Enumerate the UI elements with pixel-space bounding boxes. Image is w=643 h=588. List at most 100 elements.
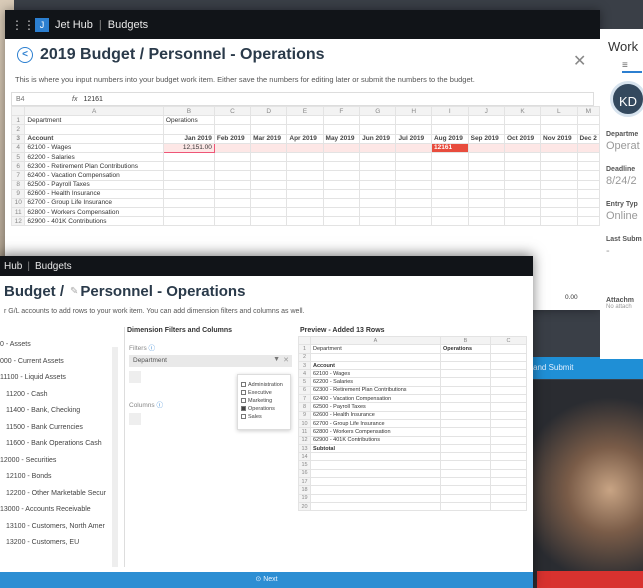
cell-jan-wages[interactable]: 12,151.00 [162, 142, 215, 153]
option-marketing[interactable]: Marketing [241, 397, 287, 405]
col-g[interactable]: G [359, 105, 397, 117]
next-button[interactable]: ⊙ Next [0, 572, 533, 588]
info-icon[interactable]: ⓘ [149, 345, 156, 352]
menu-icon[interactable]: ≡ [622, 60, 642, 73]
cell[interactable]: 62500 - Payroll Taxes [24, 179, 164, 190]
col-k[interactable]: K [503, 105, 542, 117]
cell: 62600 - Health Insurance [310, 410, 441, 420]
close-icon[interactable]: ✕ [573, 51, 586, 71]
corner-cell [10, 105, 26, 117]
month-header[interactable]: Mar 2019 [250, 133, 288, 144]
col-c[interactable]: C [213, 105, 252, 117]
month-header[interactable]: Oct 2019 [503, 133, 542, 144]
row-number: 11 [10, 207, 26, 218]
app-grid-icon[interactable]: ⋮⋮⋮ [11, 18, 47, 32]
checkbox-icon[interactable] [241, 398, 246, 404]
option-sales[interactable]: Sales [241, 413, 287, 421]
month-header[interactable]: Jul 2019 [395, 133, 432, 144]
remove-filter-icon[interactable]: ✕ [283, 356, 289, 364]
department-filter[interactable]: Department ▼ ✕ [129, 355, 292, 367]
app-name[interactable]: Hub [4, 261, 22, 272]
tree-item[interactable]: 13200 - Customers, EU [0, 535, 122, 552]
next-icon: ⊙ [255, 576, 262, 583]
app-name[interactable]: Jet Hub [55, 19, 93, 31]
cell[interactable]: 62400 - Vacation Compensation [24, 170, 164, 181]
background-photo-hand [520, 380, 643, 588]
cell[interactable]: 62100 - Wages [24, 142, 164, 153]
table-row: 10 62700 - Group Life Insurance [298, 418, 527, 429]
cell[interactable]: Account [24, 133, 164, 144]
cell[interactable]: 62300 - Retirement Plan Contributions [24, 161, 164, 172]
col-b[interactable]: B [162, 105, 215, 117]
col-m[interactable]: M [576, 105, 601, 117]
cell[interactable]: 62900 - 401K Contributions [24, 216, 164, 227]
tree-item[interactable]: 13000 - Accounts Receivable [0, 502, 122, 519]
budget-spreadsheet[interactable]: ABCDEFGHIJKLM 1 Department Operations 2 3A… [10, 105, 601, 227]
section-name[interactable]: Budgets [108, 19, 148, 31]
submit-strip[interactable]: and Submit [533, 357, 643, 379]
month-header[interactable]: Aug 2019 [430, 133, 469, 144]
col-j[interactable]: J [467, 105, 506, 117]
option-operations[interactable]: Operations [241, 405, 287, 413]
cell[interactable]: 62200 - Salaries [24, 151, 164, 163]
tree-item[interactable]: 12100 - Bonds [0, 469, 122, 486]
tree-item[interactable]: 13100 - Customers, North Amer [0, 519, 122, 536]
formula-value[interactable]: 12161 [83, 96, 102, 103]
tree-item[interactable]: 11400 - Bank, Checking [0, 403, 122, 420]
checkbox-icon[interactable] [241, 390, 246, 396]
back-icon[interactable]: < [17, 47, 33, 63]
tree-scrollbar[interactable] [112, 347, 118, 567]
month-header[interactable]: Dec 2 [576, 133, 601, 144]
month-header[interactable]: Feb 2019 [213, 133, 252, 144]
tree-item[interactable]: 12200 - Other Marketable Secur [0, 486, 122, 503]
col-e[interactable]: E [286, 105, 324, 117]
info-icon[interactable]: ⓘ [156, 402, 163, 409]
month-header[interactable]: Jun 2019 [359, 133, 397, 144]
cell: Account [310, 360, 441, 371]
top-bar: ⋮⋮⋮ J Jet Hub | Budgets [5, 10, 600, 39]
row-number: 12 [10, 216, 26, 227]
table-row: 8 62500 - Payroll Taxes [298, 402, 527, 412]
col-d[interactable]: D [250, 105, 288, 117]
table-row: 19 [298, 493, 527, 503]
month-header[interactable]: Jan 2019 [162, 133, 215, 144]
tree-item[interactable]: 0 - Assets [0, 337, 122, 354]
total-value: 0.00 [565, 294, 578, 301]
row-number: 20 [298, 501, 311, 512]
option-administration[interactable]: Administration [241, 381, 287, 389]
cell[interactable]: Department [24, 115, 164, 126]
month-header[interactable]: Apr 2019 [286, 133, 324, 144]
cell[interactable]: Operations [162, 115, 215, 126]
month-header[interactable]: Sep 2019 [467, 133, 506, 144]
tree-item[interactable]: 11200 - Cash [0, 387, 122, 404]
tree-item[interactable]: 11500 - Bank Currencies [0, 420, 122, 437]
col-i[interactable]: I [430, 105, 469, 117]
funnel-icon[interactable]: ▼ [273, 356, 280, 363]
section-name[interactable]: Budgets [35, 261, 72, 272]
checkbox-icon[interactable] [241, 382, 246, 388]
attachments-value: No attach [606, 304, 632, 310]
checkbox-icon[interactable] [241, 414, 246, 420]
option-label: Sales [248, 414, 262, 420]
cell: 62300 - Retirement Plan Contributions [310, 385, 441, 396]
formula-bar[interactable]: B4 fx 12161 [11, 92, 594, 106]
tree-item[interactable]: 000 - Current Assets [0, 354, 122, 371]
month-header[interactable]: Nov 2019 [540, 133, 578, 144]
row-number: 3 [10, 133, 26, 144]
col-f[interactable]: F [322, 105, 361, 117]
col-l[interactable]: L [540, 105, 578, 117]
option-executive[interactable]: Executive [241, 389, 287, 397]
tree-item[interactable]: 12000 - Securities [0, 453, 122, 470]
cell: 62800 - Workers Compensation [310, 427, 441, 437]
col-a[interactable]: A [24, 105, 164, 117]
tree-item[interactable]: 11600 - Bank Operations Cash [0, 436, 122, 453]
cell[interactable]: 62800 - Workers Compensation [24, 207, 164, 218]
tree-item[interactable]: 11100 - Liquid Assets [0, 370, 122, 387]
edit-icon[interactable]: ✎ [70, 286, 78, 297]
month-header[interactable]: May 2019 [322, 133, 361, 144]
checkbox-checked-icon[interactable] [241, 406, 246, 412]
cell-aug-wages[interactable]: 12161 [430, 142, 469, 153]
cell[interactable]: 62700 - Group Life Insurance [24, 197, 164, 209]
col-h[interactable]: H [395, 105, 432, 117]
cell[interactable]: 62600 - Health Insurance [24, 188, 164, 199]
